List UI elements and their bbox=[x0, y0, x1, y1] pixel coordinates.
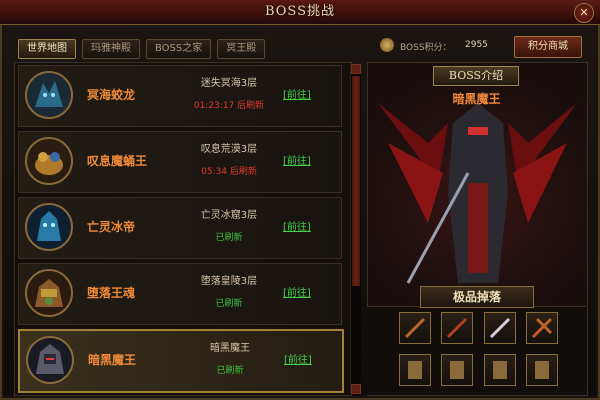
boss-location: 亡灵冰窟3层 bbox=[200, 210, 258, 221]
tab-hades-hall[interactable]: 冥王殿 bbox=[217, 39, 266, 59]
boss-location: 迷失冥海3层 bbox=[200, 78, 258, 89]
scroll-up-button[interactable] bbox=[351, 64, 361, 74]
coin-icon bbox=[380, 38, 394, 52]
boss-row-selected[interactable]: 暗黑魔王 暗黑魔王 已刷新 [前往] bbox=[18, 329, 344, 393]
drop-item-slot[interactable] bbox=[399, 312, 431, 344]
boss-portrait bbox=[25, 71, 73, 119]
goto-link[interactable]: [前往] bbox=[283, 152, 311, 167]
boss-name: 叹息魔蛹王 bbox=[87, 154, 148, 168]
goto-link[interactable]: [前往] bbox=[283, 86, 311, 101]
respawn-timer: 已刷新 bbox=[216, 366, 244, 376]
boss-portrait bbox=[26, 336, 74, 384]
scroll-thumb[interactable] bbox=[352, 76, 360, 286]
boss-location: 堕落皇陵3层 bbox=[200, 276, 258, 287]
drop-item-slot[interactable] bbox=[526, 312, 558, 344]
respawn-timer: 已刷新 bbox=[215, 233, 243, 243]
boss-row[interactable]: 亡灵冰帝 亡灵冰窟3层 已刷新 [前往] bbox=[18, 197, 342, 259]
boss-name: 暗黑魔王 bbox=[88, 353, 137, 367]
goto-link[interactable]: [前往] bbox=[283, 284, 311, 299]
drops-title: 极品掉落 bbox=[420, 286, 534, 308]
goto-link[interactable]: [前往] bbox=[283, 218, 311, 233]
boss-list: 冥海蛟龙 迷失冥海3层 01:23:17 后刷新 [前往] 叹息魔蛹王 叹息荒漠… bbox=[14, 62, 352, 396]
boss-location: 叹息荒漠3层 bbox=[200, 144, 258, 155]
drop-item-slot[interactable] bbox=[526, 354, 558, 386]
respawn-timer: 01:23:17 后刷新 bbox=[193, 101, 265, 111]
drop-item-slot[interactable] bbox=[399, 354, 431, 386]
boss-intro-name: 暗黑魔王 bbox=[452, 92, 501, 106]
boss-portrait bbox=[25, 203, 73, 251]
tab-boss-home[interactable]: BOSS之家 bbox=[146, 39, 212, 59]
respawn-timer: 05:34 后刷新 bbox=[201, 167, 257, 177]
boss-points-value: 2955 bbox=[465, 40, 488, 50]
boss-portrait bbox=[25, 137, 73, 185]
list-scrollbar[interactable] bbox=[350, 64, 361, 394]
boss-name: 冥海蛟龙 bbox=[87, 88, 136, 102]
tab-maya-temple[interactable]: 玛雅神殿 bbox=[82, 39, 140, 59]
drop-item-slot[interactable] bbox=[441, 312, 473, 344]
tab-bar: 世界地图 玛雅神殿 BOSS之家 冥王殿 bbox=[18, 39, 266, 59]
boss-points-label: BOSS积分： bbox=[400, 43, 452, 53]
boss-intro-title: BOSS介绍 bbox=[433, 66, 519, 86]
boss-row[interactable]: 叹息魔蛹王 叹息荒漠3层 05:34 后刷新 [前往] bbox=[18, 131, 342, 193]
scroll-down-button[interactable] bbox=[351, 384, 361, 394]
boss-row[interactable]: 冥海蛟龙 迷失冥海3层 01:23:17 后刷新 [前往] bbox=[18, 65, 342, 127]
respawn-timer: 已刷新 bbox=[215, 299, 243, 309]
points-shop-button[interactable]: 积分商城 bbox=[514, 36, 582, 58]
boss-portrait bbox=[25, 269, 73, 317]
goto-link[interactable]: [前往] bbox=[284, 351, 312, 366]
boss-row[interactable]: 堕落王魂 堕落皇陵3层 已刷新 [前往] bbox=[18, 263, 342, 325]
boss-name: 堕落王魂 bbox=[87, 286, 136, 300]
tab-world-map[interactable]: 世界地图 bbox=[18, 39, 76, 59]
boss-location: 暗黑魔王 bbox=[210, 343, 250, 354]
boss-name: 亡灵冰帝 bbox=[87, 220, 136, 234]
drop-item-slot[interactable] bbox=[441, 354, 473, 386]
boss-model-image bbox=[378, 103, 577, 284]
drop-item-slot[interactable] bbox=[484, 354, 516, 386]
window-title: BOSS挑战 bbox=[264, 4, 336, 19]
close-button[interactable]: ✕ bbox=[574, 3, 594, 23]
drop-item-slot[interactable] bbox=[484, 312, 516, 344]
